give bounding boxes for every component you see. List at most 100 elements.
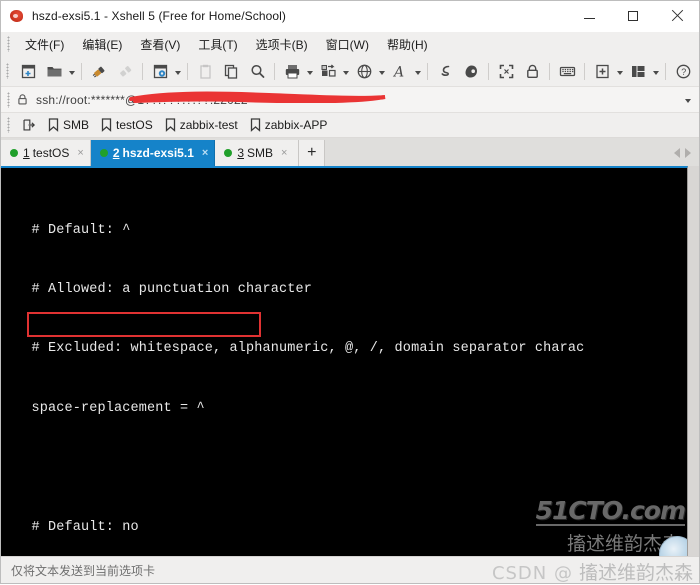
tab-label: testOS — [32, 146, 70, 160]
menu-edit[interactable]: 编辑(E) — [73, 34, 131, 55]
layout-icon[interactable] — [625, 59, 651, 83]
tab-close-icon[interactable]: × — [281, 147, 287, 159]
minimize-button[interactable] — [567, 1, 611, 31]
terminal-line: # Default: ^ — [15, 222, 131, 238]
bookmark-label: zabbix-test — [179, 118, 238, 132]
tab-number: 2 — [112, 146, 120, 160]
tab-close-icon[interactable]: × — [77, 147, 83, 159]
fullscreen-icon[interactable] — [493, 59, 519, 83]
open-folder-icon[interactable] — [41, 59, 67, 83]
font-icon[interactable]: A — [387, 59, 413, 83]
connect-icon[interactable] — [86, 59, 112, 83]
terminal-line: space-replacement = ^ — [15, 400, 205, 416]
script-icon[interactable] — [432, 59, 458, 83]
address-dropdown-chevron-down-icon[interactable] — [685, 99, 691, 103]
tab-bar-spacer — [325, 140, 674, 166]
add-panel-icon[interactable] — [589, 59, 615, 83]
tab-close-icon[interactable]: × — [202, 147, 208, 159]
toolbar-separator — [549, 62, 550, 80]
menu-tabs[interactable]: 选项卡(B) — [247, 34, 317, 55]
bookmark-grip-handle[interactable] — [7, 117, 10, 133]
session-properties-dropdown[interactable] — [175, 70, 181, 75]
tab-scroll-controls — [674, 140, 699, 166]
transfer-icon[interactable] — [315, 59, 341, 83]
browser-dropdown[interactable] — [379, 70, 385, 75]
lock-icon[interactable] — [519, 59, 545, 83]
address-input[interactable]: ssh://root:*******@1??.???.?.??:22022 — [36, 93, 248, 107]
bookmark-label: testOS — [116, 118, 153, 132]
watermark-51cto-text: 51CTO.com — [535, 496, 686, 525]
toolbar-grip-handle[interactable] — [6, 63, 9, 79]
tab-hszd-exsi5-1[interactable]: 2 hszd-exsi5.1 × — [90, 140, 216, 166]
title-bar: hszd-exsi5.1 - Xshell 5 (Free for Home/S… — [1, 1, 699, 32]
menu-file[interactable]: 文件(F) — [16, 34, 73, 55]
maximize-button[interactable] — [611, 1, 655, 31]
watermark-csdn: CSDN @ 搐述维韵杰森 — [492, 558, 693, 585]
help-icon[interactable]: ? — [670, 59, 696, 83]
terminal-line: # Excluded: whitespace, alphanumeric, @,… — [15, 341, 585, 357]
watermark-csdn-prefix: CSDN @ — [491, 563, 573, 584]
terminal-area: # Default: ^ # Allowed: a punctuation ch… — [1, 166, 699, 556]
font-dropdown[interactable] — [415, 70, 421, 75]
tab-scroll-right-icon[interactable] — [685, 148, 691, 158]
tab-bar: 1 testOS × 2 hszd-exsi5.1 × 3 SMB × + — [1, 138, 699, 166]
add-panel-dropdown[interactable] — [617, 70, 623, 75]
keyboard-icon[interactable] — [554, 59, 580, 83]
tab-status-dot-icon — [99, 149, 108, 157]
toolbar-separator — [274, 62, 275, 80]
tab-smb[interactable]: 3 SMB × — [215, 140, 300, 166]
terminal-screen[interactable]: # Default: ^ # Allowed: a punctuation ch… — [1, 166, 688, 556]
tab-scroll-left-icon[interactable] — [674, 148, 680, 158]
close-button[interactable] — [655, 1, 699, 31]
svg-text:?: ? — [681, 67, 686, 77]
bookmark-zabbix-app[interactable]: zabbix-APP — [244, 118, 334, 132]
address-grip-handle[interactable] — [7, 91, 10, 108]
menu-view[interactable]: 查看(V) — [131, 34, 189, 55]
toolbar-separator — [665, 62, 666, 80]
session-properties-icon[interactable] — [147, 59, 173, 83]
new-bookmark-icon[interactable] — [16, 118, 42, 132]
new-session-icon[interactable] — [15, 59, 41, 83]
print-dropdown[interactable] — [307, 70, 313, 75]
window-controls — [567, 1, 699, 31]
open-folder-dropdown[interactable] — [69, 70, 75, 75]
xshell-window: hszd-exsi5.1 - Xshell 5 (Free for Home/S… — [0, 0, 700, 584]
bookmark-testos[interactable]: testOS — [95, 118, 159, 132]
menu-bar: 文件(F) 编辑(E) 查看(V) 工具(T) 选项卡(B) 窗口(W) 帮助(… — [1, 32, 699, 56]
tab-status-dot-icon — [224, 149, 233, 157]
status-bar-text: 仅将文本发送到当前选项卡 — [11, 563, 156, 578]
tab-number: 1 — [23, 146, 30, 160]
print-icon[interactable] — [279, 59, 305, 83]
watermark-csdn-user: 搐述维韵杰森 — [578, 562, 693, 584]
layout-dropdown[interactable] — [653, 70, 659, 75]
menu-grip-handle[interactable] — [7, 36, 10, 52]
highlight-icon[interactable] — [458, 59, 484, 83]
toolbar-separator — [488, 62, 489, 80]
address-bar[interactable]: ssh://root:*******@1??.???.?.??:22022 — [1, 87, 699, 113]
new-tab-button[interactable]: + — [299, 140, 326, 166]
menu-tools[interactable]: 工具(T) — [189, 34, 246, 55]
bookmark-smb[interactable]: SMB — [42, 118, 95, 132]
copy-icon[interactable] — [218, 59, 244, 83]
tab-testos[interactable]: 1 testOS × — [1, 140, 91, 166]
bookmark-zabbix-test[interactable]: zabbix-test — [159, 118, 244, 132]
terminal-line: # Allowed: a punctuation character — [15, 281, 313, 297]
menu-window[interactable]: 窗口(W) — [317, 34, 378, 55]
toolbar-separator — [427, 62, 428, 80]
transfer-dropdown[interactable] — [343, 70, 349, 75]
bookmark-bar: SMB testOS zabbix-test zabbix-APP — [1, 113, 699, 138]
bookmark-label: SMB — [63, 118, 90, 132]
bookmark-label: zabbix-APP — [264, 118, 328, 132]
menu-help[interactable]: 帮助(H) — [378, 34, 437, 55]
tab-number: 3 — [237, 146, 244, 160]
find-icon[interactable] — [244, 59, 270, 83]
watermark-51cto: 51CTO.com — [535, 496, 686, 526]
svg-text:A: A — [392, 64, 404, 80]
address-lock-icon — [16, 93, 29, 106]
toolbar-separator — [81, 62, 82, 80]
tab-label: hszd-exsi5.1 — [122, 146, 194, 160]
toolbar: A ? — [1, 56, 699, 87]
feedback-icon[interactable] — [696, 59, 700, 83]
browser-icon[interactable] — [351, 59, 377, 83]
toolbar-separator — [142, 62, 143, 80]
